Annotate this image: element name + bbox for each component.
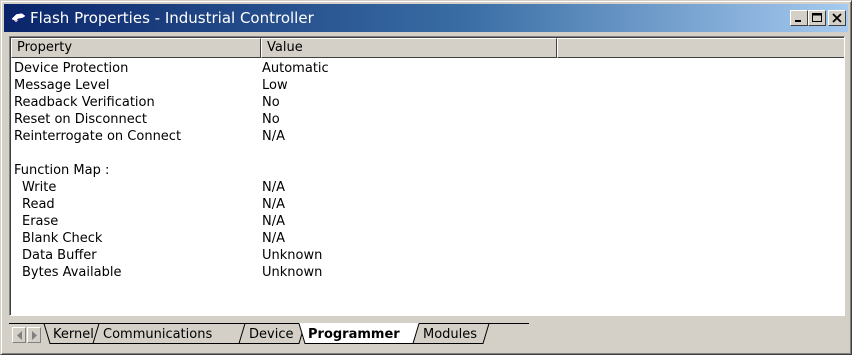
property-value: Automatic <box>262 61 329 76</box>
table-row[interactable]: Read N/A <box>11 196 844 213</box>
property-value: N/A <box>262 197 285 212</box>
table-row[interactable]: Erase N/A <box>11 213 844 230</box>
property-name: Bytes Available <box>22 265 122 280</box>
table-row[interactable]: Data Buffer Unknown <box>11 247 844 264</box>
table-row[interactable]: Reinterrogate on Connect N/A <box>11 128 844 145</box>
minimize-icon <box>795 20 801 22</box>
property-name: Device Protection <box>14 61 129 76</box>
table-row[interactable]: Device Protection Automatic <box>11 60 844 77</box>
table-row[interactable]: Readback Verification No <box>11 94 844 111</box>
table-row-section[interactable]: Function Map : <box>11 162 844 179</box>
property-name: Reinterrogate on Connect <box>14 129 182 144</box>
property-value: Unknown <box>262 265 323 280</box>
window-title: Flash Properties - Industrial Controller <box>30 9 314 27</box>
tab-device[interactable]: Device <box>249 327 293 343</box>
tab-communications[interactable]: Communications <box>103 327 212 343</box>
table-row[interactable]: Blank Check N/A <box>11 230 844 247</box>
property-name: Readback Verification <box>14 95 155 110</box>
table-row[interactable]: Bytes Available Unknown <box>11 264 844 281</box>
property-value: N/A <box>262 214 285 229</box>
property-name: Erase <box>22 214 59 229</box>
property-section-label: Function Map : <box>14 163 110 178</box>
column-header-property[interactable]: Property <box>11 38 261 58</box>
flash-properties-window: Flash Properties - Industrial Controller… <box>0 0 852 355</box>
table-row-blank <box>11 145 844 162</box>
column-header-value[interactable]: Value <box>261 38 557 58</box>
property-name: Data Buffer <box>22 248 97 263</box>
property-list-view[interactable]: Property Value Device Protection Automati… <box>9 36 845 316</box>
title-bar[interactable]: Flash Properties - Industrial Controller <box>4 4 848 32</box>
property-rows: Device Protection Automatic Message Level… <box>11 60 844 281</box>
property-name: Read <box>22 197 55 212</box>
property-value: N/A <box>262 180 285 195</box>
table-row[interactable]: Reset on Disconnect No <box>11 111 844 128</box>
maximize-icon <box>812 13 822 22</box>
list-header: Property Value <box>11 38 844 58</box>
property-name: Reset on Disconnect <box>14 112 147 127</box>
property-value: No <box>262 95 280 110</box>
property-value: Low <box>262 78 288 93</box>
tab-programmer[interactable]: Programmer <box>308 327 400 343</box>
column-header-empty[interactable] <box>557 38 844 58</box>
property-value: Unknown <box>262 248 323 263</box>
property-name: Blank Check <box>22 231 103 246</box>
close-icon <box>832 13 842 23</box>
close-button[interactable] <box>828 10 846 26</box>
flash-chip-icon <box>10 12 27 24</box>
tab-modules[interactable]: Modules <box>423 327 477 343</box>
sheet-tab-strip: Kernel Communications Device Programmer … <box>9 323 845 347</box>
table-row[interactable]: Write N/A <box>11 179 844 196</box>
tab-kernel[interactable]: Kernel <box>53 327 94 343</box>
minimize-button[interactable] <box>790 10 808 26</box>
property-value: N/A <box>262 231 285 246</box>
table-row[interactable]: Message Level Low <box>11 77 844 94</box>
property-value: N/A <box>262 129 285 144</box>
property-value: No <box>262 112 280 127</box>
maximize-button[interactable] <box>808 10 826 26</box>
property-name: Message Level <box>14 78 110 93</box>
property-name: Write <box>22 180 57 195</box>
